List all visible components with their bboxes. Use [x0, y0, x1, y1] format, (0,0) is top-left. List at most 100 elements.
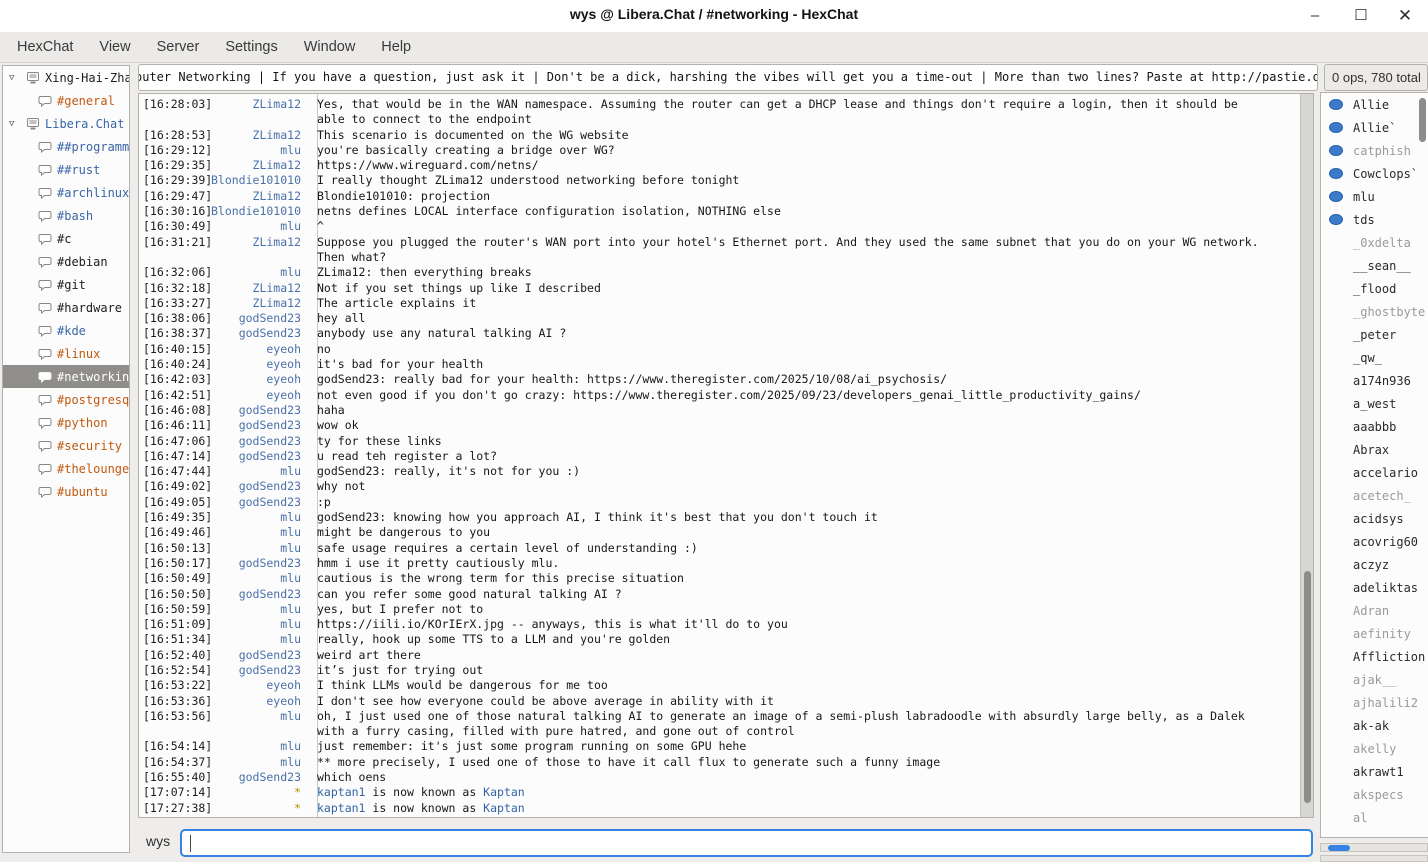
tree-item-xing-hai-zhan[interactable]: ▽Xing-Hai-Zhan — [3, 66, 129, 89]
message-nick[interactable]: eyeoh — [209, 678, 309, 693]
user-item-mlu[interactable]: mlu — [1321, 185, 1428, 208]
nick-link[interactable]: Kaptan — [483, 801, 525, 815]
menu-view[interactable]: View — [86, 32, 143, 63]
user-item-akelly[interactable]: akelly — [1321, 737, 1428, 760]
message-nick[interactable]: mlu — [209, 755, 309, 770]
message-nick[interactable]: mlu — [209, 464, 309, 479]
expander-icon[interactable]: ▽ — [9, 73, 23, 83]
user-item-adeliktas[interactable]: adeliktas — [1321, 576, 1428, 599]
message-nick[interactable]: eyeoh — [209, 357, 309, 372]
message-input[interactable] — [180, 829, 1313, 857]
message-nick[interactable]: godSend23 — [209, 434, 309, 449]
message-nick[interactable]: mlu — [209, 510, 309, 525]
message-nick[interactable]: mlu — [209, 525, 309, 540]
user-item-flood[interactable]: _flood — [1321, 277, 1428, 300]
message-nick[interactable]: ZLima12 — [209, 189, 309, 204]
topic-bar[interactable]: outer Networking | If you have a questio… — [138, 64, 1318, 91]
message-nick[interactable]: mlu — [209, 617, 309, 632]
menu-help[interactable]: Help — [368, 32, 424, 63]
nick-link[interactable]: kaptan1 — [317, 785, 365, 799]
message-nick[interactable]: mlu — [209, 541, 309, 556]
tree-item-linux[interactable]: #linux — [3, 342, 129, 365]
message-nick[interactable]: mlu — [209, 709, 309, 740]
message-nick[interactable]: eyeoh — [209, 372, 309, 387]
user-item-accelario[interactable]: accelario — [1321, 461, 1428, 484]
user-item-ak-ak[interactable]: ak-ak — [1321, 714, 1428, 737]
user-item-a174n936[interactable]: a174n936 — [1321, 369, 1428, 392]
maximize-button[interactable]: ☐ — [1348, 4, 1374, 28]
expander-icon[interactable]: ▽ — [9, 119, 23, 129]
message-nick[interactable]: mlu — [209, 265, 309, 280]
message-nick[interactable]: godSend23 — [209, 648, 309, 663]
user-item-ajhalili2[interactable]: ajhalili2 — [1321, 691, 1428, 714]
user-item-affliction[interactable]: Affliction — [1321, 645, 1428, 668]
tree-item-postgresql[interactable]: #postgresql — [3, 388, 129, 411]
user-item-abrax[interactable]: Abrax — [1321, 438, 1428, 461]
user-item-allie[interactable]: Allie` — [1321, 116, 1428, 139]
tree-item-networking[interactable]: #networking — [3, 365, 129, 388]
message-nick[interactable]: godSend23 — [209, 403, 309, 418]
user-item-akspecs[interactable]: akspecs — [1321, 783, 1428, 806]
user-item-acetech[interactable]: acetech_ — [1321, 484, 1428, 507]
tree-item-git[interactable]: #git — [3, 273, 129, 296]
tree-item-kde[interactable]: #kde — [3, 319, 129, 342]
userlist-scrollbar-thumb[interactable] — [1419, 98, 1426, 142]
message-nick[interactable]: godSend23 — [209, 663, 309, 678]
chat-scrollbar-thumb[interactable] — [1304, 571, 1311, 802]
nick-link[interactable]: kaptan1 — [317, 801, 365, 815]
message-nick[interactable]: mlu — [209, 143, 309, 158]
userlist-hscrollbar[interactable] — [1320, 843, 1428, 852]
user-item-ghostbyte[interactable]: _ghostbyte — [1321, 300, 1428, 323]
message-nick[interactable]: godSend23 — [209, 479, 309, 494]
user-item-cowclops[interactable]: Cowclops` — [1321, 162, 1428, 185]
tree-item-python[interactable]: #python — [3, 411, 129, 434]
user-item-aefinity[interactable]: aefinity — [1321, 622, 1428, 645]
message-nick[interactable]: godSend23 — [209, 311, 309, 326]
user-item-sean[interactable]: __sean__ — [1321, 254, 1428, 277]
user-item-peter[interactable]: _peter — [1321, 323, 1428, 346]
message-nick[interactable]: eyeoh — [209, 694, 309, 709]
userlist-hscrollbar-track2[interactable] — [1320, 855, 1428, 862]
userlist-hscrollbar-thumb[interactable] — [1328, 845, 1350, 851]
user-item-acidsys[interactable]: acidsys — [1321, 507, 1428, 530]
tree-item-archlinux[interactable]: #archlinux — [3, 181, 129, 204]
message-nick[interactable]: ZLima12 — [209, 97, 309, 128]
user-item-al[interactable]: al — [1321, 806, 1428, 829]
user-item-aczyz[interactable]: aczyz — [1321, 553, 1428, 576]
message-nick[interactable]: godSend23 — [209, 495, 309, 510]
user-item-qw[interactable]: _qw_ — [1321, 346, 1428, 369]
message-nick[interactable]: ZLima12 — [209, 158, 309, 173]
message-nick[interactable]: mlu — [209, 571, 309, 586]
tree-item-thelounge[interactable]: #thelounge — [3, 457, 129, 480]
tree-item-programming[interactable]: ##programming — [3, 135, 129, 158]
user-item-catphish[interactable]: catphish — [1321, 139, 1428, 162]
tree-item-ubuntu[interactable]: #ubuntu — [3, 480, 129, 503]
user-item-acovrig60[interactable]: acovrig60 — [1321, 530, 1428, 553]
user-item-0xdelta[interactable]: _0xdelta — [1321, 231, 1428, 254]
menu-server[interactable]: Server — [144, 32, 213, 63]
message-nick[interactable]: godSend23 — [209, 556, 309, 571]
message-nick[interactable]: ZLima12 — [209, 235, 309, 266]
message-nick[interactable]: godSend23 — [209, 418, 309, 433]
message-nick[interactable]: mlu — [209, 739, 309, 754]
tree-item-general[interactable]: #general — [3, 89, 129, 112]
message-nick[interactable]: eyeoh — [209, 388, 309, 403]
message-nick[interactable]: godSend23 — [209, 770, 309, 785]
message-nick[interactable]: ZLima12 — [209, 281, 309, 296]
user-item-allie[interactable]: Allie — [1321, 93, 1428, 116]
close-button[interactable]: ✕ — [1392, 4, 1418, 28]
message-nick[interactable]: ZLima12 — [209, 128, 309, 143]
user-item-akrawt1[interactable]: akrawt1 — [1321, 760, 1428, 783]
tree-item-bash[interactable]: #bash — [3, 204, 129, 227]
menu-hexchat[interactable]: HexChat — [4, 32, 86, 63]
user-item-ajak[interactable]: ajak__ — [1321, 668, 1428, 691]
tree-item-hardware[interactable]: #hardware — [3, 296, 129, 319]
message-nick[interactable]: mlu — [209, 219, 309, 234]
chat-scrollbar[interactable] — [1300, 94, 1313, 817]
user-item-a-west[interactable]: a_west — [1321, 392, 1428, 415]
message-nick[interactable]: Blondie101010 — [209, 173, 309, 188]
tree-item-debian[interactable]: #debian — [3, 250, 129, 273]
user-item-adran[interactable]: Adran — [1321, 599, 1428, 622]
message-nick[interactable]: godSend23 — [209, 449, 309, 464]
message-nick[interactable]: godSend23 — [209, 326, 309, 341]
